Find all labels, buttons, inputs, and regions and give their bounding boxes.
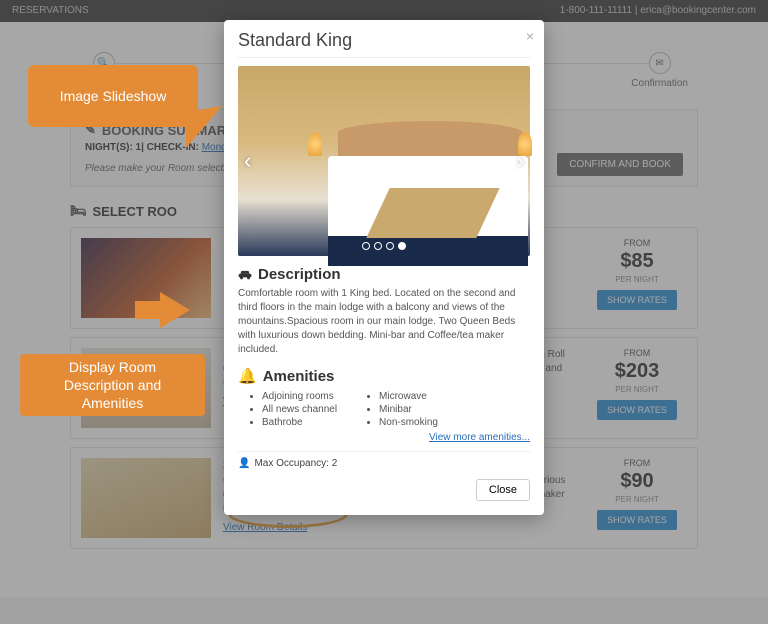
description-text: Comfortable room with 1 King bed. Locate… <box>238 287 530 357</box>
amenity-item: All news channel <box>262 404 337 415</box>
amenity-item: Adjoining rooms <box>262 391 337 402</box>
chevron-right-icon[interactable]: › <box>517 148 524 174</box>
amenity-item: Bathrobe <box>262 417 337 428</box>
person-icon: 👤 <box>238 458 250 469</box>
amenity-item: Non-smoking <box>379 417 438 428</box>
amenity-icon: 🔔 <box>238 367 257 385</box>
max-occupancy: 👤Max Occupancy: 2 <box>238 451 530 469</box>
slide-dot[interactable] <box>398 242 406 250</box>
view-more-amenities-link[interactable]: View more amenities... <box>429 432 530 443</box>
slide-dots[interactable] <box>362 242 406 250</box>
callout-slideshow: Image Slideshow <box>28 65 198 127</box>
amenity-item: Minibar <box>379 404 438 415</box>
room-details-modal: × Standard King ‹ › Description Comforta… <box>224 20 544 515</box>
modal-title: Standard King <box>238 30 530 58</box>
amenities-heading: 🔔 Amenities <box>238 367 530 385</box>
slide-dot[interactable] <box>386 242 394 250</box>
slide-dot[interactable] <box>362 242 370 250</box>
callout-description: Display Room Description and Amenities <box>20 354 205 416</box>
car-icon <box>238 269 252 281</box>
chevron-left-icon[interactable]: ‹ <box>244 148 251 174</box>
amenities-list: Adjoining rooms All news channel Bathrob… <box>250 389 530 430</box>
image-slideshow[interactable]: ‹ › <box>238 66 530 256</box>
slide-dot[interactable] <box>374 242 382 250</box>
description-heading: Description <box>238 266 530 283</box>
arrow-right-icon <box>160 292 190 328</box>
amenity-item: Microwave <box>379 391 438 402</box>
close-button[interactable]: Close <box>476 479 530 501</box>
close-icon[interactable]: × <box>526 28 534 44</box>
